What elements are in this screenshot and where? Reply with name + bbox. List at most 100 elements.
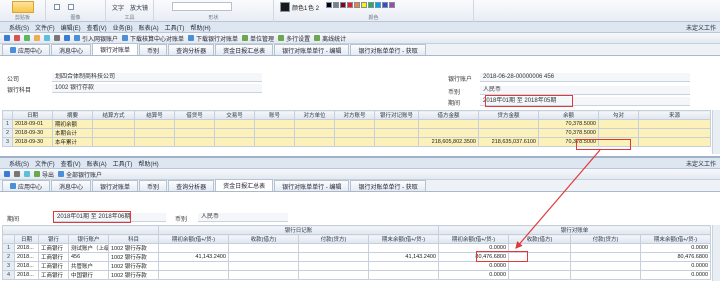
column-header[interactable]: 期初余额(借+/贷-) bbox=[438, 234, 510, 244]
tab-message-center[interactable]: 消息中心 bbox=[51, 180, 92, 191]
tab-bank-statement[interactable]: 银行对账单 bbox=[92, 43, 139, 55]
currency-field[interactable]: 人民币 bbox=[480, 86, 690, 95]
column-header[interactable]: 账号 bbox=[254, 110, 295, 120]
tab-statement-edit[interactable]: 银行对账单单行 - 编辑 bbox=[274, 44, 350, 55]
table-cell: 0.0000 bbox=[438, 261, 510, 271]
menu-help[interactable]: 帮助(H) bbox=[138, 159, 158, 168]
column-header[interactable]: 结算号 bbox=[134, 110, 175, 120]
column-header[interactable]: 借方金额 bbox=[418, 110, 479, 120]
text-tool-button[interactable]: 文字 bbox=[112, 2, 124, 12]
menu-file[interactable]: 文件(F) bbox=[35, 23, 55, 32]
tab-statement-fetch[interactable]: 银行对账单单行 - 获取 bbox=[350, 44, 426, 55]
download-bank-statement-button[interactable]: 下载银行对账单 bbox=[188, 34, 238, 43]
bottom-grid-scrollbar[interactable] bbox=[712, 225, 720, 281]
menu-tools[interactable]: 工具(T) bbox=[165, 23, 185, 32]
menu-business[interactable]: 业务(B) bbox=[113, 23, 133, 32]
import-bank-account-button[interactable]: 引入网银账户 bbox=[74, 34, 118, 43]
menu-reports[interactable]: 账表(A) bbox=[87, 159, 107, 168]
tab-app-center[interactable]: 应用中心 bbox=[2, 180, 51, 191]
color1-swatch[interactable] bbox=[280, 2, 290, 12]
column-header[interactable] bbox=[2, 234, 15, 244]
column-header[interactable]: 银行 bbox=[38, 234, 69, 244]
column-header[interactable]: 摘要 bbox=[52, 110, 93, 120]
shapes-gallery[interactable] bbox=[172, 2, 232, 11]
menu-help[interactable]: 帮助(H) bbox=[190, 23, 210, 32]
column-header[interactable]: 勾对 bbox=[598, 110, 639, 120]
company-field[interactable]: 划四合体制商科技公司 bbox=[52, 73, 262, 82]
print-icon[interactable] bbox=[64, 35, 70, 41]
resize-button[interactable] bbox=[68, 2, 74, 12]
menu-system[interactable]: 系统(S) bbox=[9, 159, 29, 168]
column-header[interactable]: 日期 bbox=[12, 110, 53, 120]
column-header[interactable]: 银行账户 bbox=[68, 234, 109, 244]
table-row[interactable]: 4 2018... 工商银行 中国银行 1002 银行存款 0.0000 0.0000 bbox=[2, 270, 712, 280]
multi-row-settings-button[interactable]: 多行设置 bbox=[278, 34, 310, 43]
tab-label: 应用中心 bbox=[18, 184, 43, 191]
tab-currency[interactable]: 币别 bbox=[139, 44, 168, 55]
tab-bank-statement[interactable]: 银行对账单 bbox=[92, 180, 139, 191]
column-header[interactable]: 日期 bbox=[14, 234, 39, 244]
table-row[interactable]: 2 2018-09-30 本期合计 70,378.5000 bbox=[2, 128, 711, 138]
menu-tools[interactable]: 工具(T) bbox=[113, 159, 133, 168]
tab-statement-edit[interactable]: 银行对账单单行 - 编辑 bbox=[274, 180, 350, 191]
tab-fund-daily-summary[interactable]: 资金日报汇总表 bbox=[215, 44, 274, 55]
column-header[interactable]: 期末余额(借+/贷-) bbox=[640, 234, 712, 244]
unit-management-button[interactable]: 单位管理 bbox=[242, 34, 274, 43]
account-field[interactable]: 1002 银行存款 bbox=[52, 84, 262, 93]
bank-account-field[interactable]: 2018-06-28-00000006 456 bbox=[480, 73, 690, 82]
delete-icon[interactable] bbox=[14, 35, 20, 41]
menu-reports[interactable]: 账表(A) bbox=[139, 23, 159, 32]
table-row[interactable]: 1 2018-09-01 期初余额 70,378.5000 bbox=[2, 119, 711, 129]
crop-button[interactable] bbox=[54, 2, 60, 12]
edit-icon[interactable] bbox=[34, 35, 40, 41]
menu-system[interactable]: 系统(S) bbox=[9, 23, 29, 32]
currency-field[interactable]: 人民币 bbox=[198, 213, 288, 222]
column-header[interactable]: 期初余额(借+/贷-) bbox=[158, 234, 229, 244]
column-header[interactable]: 银行对记账号 bbox=[374, 110, 419, 120]
print-icon[interactable] bbox=[4, 171, 10, 177]
column-header[interactable]: 贷方金额 bbox=[478, 110, 539, 120]
menu-view[interactable]: 查看(V) bbox=[61, 159, 81, 168]
column-header[interactable]: 科目 bbox=[108, 234, 159, 244]
column-header[interactable]: 交易号 bbox=[214, 110, 255, 120]
column-header[interactable]: 对方账号 bbox=[334, 110, 375, 120]
paste-button[interactable] bbox=[12, 1, 34, 13]
column-header[interactable]: 来源 bbox=[638, 110, 711, 120]
tab-query-analyzer[interactable]: 查询分析器 bbox=[168, 44, 215, 55]
preview-icon[interactable] bbox=[14, 171, 20, 177]
column-header[interactable]: 余额 bbox=[538, 110, 599, 120]
column-header[interactable]: 对方单位 bbox=[294, 110, 335, 120]
table-row[interactable]: 1 2018... 工商银行 测试账户（上级 1002 银行存款 0.0000 0.0000 bbox=[2, 243, 712, 253]
filter-icon[interactable] bbox=[54, 35, 60, 41]
download-center-statement-button[interactable]: 下载核算中心对账单 bbox=[122, 34, 184, 43]
all-bank-accounts-button[interactable]: 全部银行账户 bbox=[58, 170, 102, 179]
column-header[interactable]: 付款(贷方) bbox=[570, 234, 642, 244]
refresh-icon[interactable] bbox=[24, 171, 30, 177]
column-header[interactable]: 收款(借方) bbox=[228, 234, 299, 244]
add-icon[interactable] bbox=[24, 35, 30, 41]
export-button[interactable]: 导出 bbox=[34, 170, 54, 179]
column-header[interactable]: 结算方式 bbox=[92, 110, 135, 120]
column-header[interactable]: 收款(借方) bbox=[508, 234, 572, 244]
column-header[interactable]: 付款(贷方) bbox=[298, 234, 369, 244]
tab-currency[interactable]: 币别 bbox=[139, 180, 168, 191]
save-icon[interactable] bbox=[4, 35, 10, 41]
tab-statement-fetch[interactable]: 银行对账单单行 - 获取 bbox=[350, 180, 426, 191]
magnifier-button[interactable]: 放大镜 bbox=[130, 2, 148, 12]
tab-query-analyzer[interactable]: 查询分析器 bbox=[168, 180, 215, 191]
column-header[interactable]: 期末余额(借+/贷-) bbox=[367, 234, 440, 244]
table-row[interactable]: 3 2018... 工商银行 共管账户 1002 银行存款 0.0000 0.0000 bbox=[2, 261, 712, 271]
refresh-icon[interactable] bbox=[44, 35, 50, 41]
column-header[interactable] bbox=[2, 110, 13, 120]
table-row[interactable]: 2 2018... 工商银行 456 1002 银行存款 41,143.2400 41,14… bbox=[2, 252, 712, 262]
menu-edit[interactable]: 编辑(E) bbox=[61, 23, 81, 32]
offline-stats-button[interactable]: 离线统计 bbox=[314, 34, 346, 43]
tab-message-center[interactable]: 消息中心 bbox=[51, 44, 92, 55]
column-header[interactable]: 借贷号 bbox=[174, 110, 215, 120]
top-grid-scrollbar[interactable] bbox=[712, 110, 720, 154]
tab-fund-daily-summary[interactable]: 资金日报汇总表 bbox=[215, 179, 274, 191]
menu-file[interactable]: 文件(F) bbox=[35, 159, 55, 168]
palette[interactable] bbox=[326, 2, 395, 8]
tab-app-center[interactable]: 应用中心 bbox=[2, 44, 51, 55]
menu-view[interactable]: 查看(V) bbox=[87, 23, 107, 32]
